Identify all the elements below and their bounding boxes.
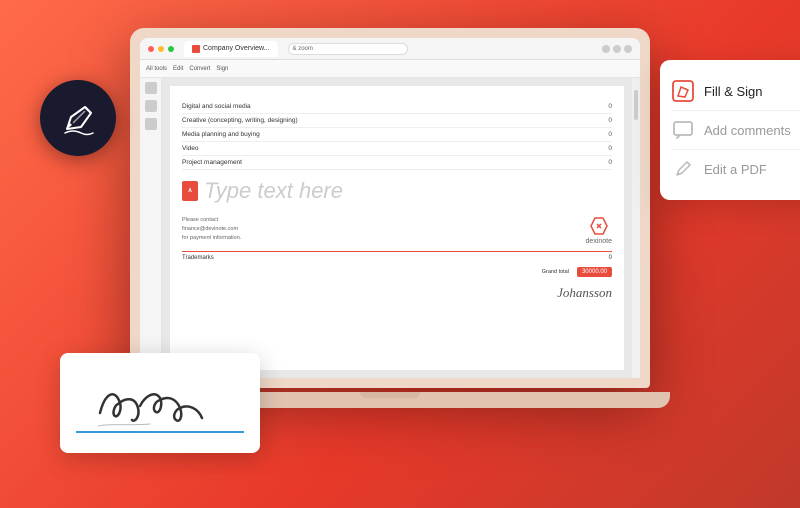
- content-area: Digital and social media 0 Creative (con…: [140, 78, 640, 378]
- table-row: Project management 0: [182, 156, 612, 170]
- toolbar-convert[interactable]: Convert: [189, 66, 210, 72]
- browser-icon-3: [624, 45, 632, 53]
- grand-total-area: Grand total 30000.00: [182, 267, 612, 277]
- contact-line-1: Please contact: [182, 216, 241, 225]
- laptop-notch: [360, 392, 420, 398]
- table-row: Digital and social media 0: [182, 100, 612, 114]
- type-text-placeholder: Type text here: [204, 178, 343, 204]
- sidebar-icon-1[interactable]: [145, 82, 157, 94]
- fill-sign-label: Fill & Sign: [704, 84, 763, 99]
- doc-area: Digital and social media 0 Creative (con…: [162, 78, 632, 378]
- logo-pen-icon: [59, 99, 97, 137]
- add-comments-icon: [672, 119, 694, 141]
- row-label-0: Digital and social media: [182, 103, 592, 110]
- doc-page: Digital and social media 0 Creative (con…: [170, 86, 624, 370]
- pdf-tab-icon: [192, 45, 200, 53]
- grand-total-label: Grand total: [542, 269, 569, 275]
- doc-lower: Please contact finance@devinote.com for …: [182, 216, 612, 245]
- contact-info: Please contact finance@devinote.com for …: [182, 216, 241, 245]
- contact-line-3: for payment information.: [182, 234, 241, 243]
- pen-icon: [672, 80, 694, 102]
- url-bar[interactable]: & zoom: [288, 43, 408, 55]
- doc-signature-area: Johansson: [182, 281, 612, 301]
- tab-label: Company Overview...: [203, 45, 270, 52]
- sidebar-icon-3[interactable]: [145, 118, 157, 130]
- browser-dot-red[interactable]: [148, 46, 154, 52]
- edit-pdf-icon: [672, 158, 694, 180]
- toolbar-sign[interactable]: Sign: [216, 66, 228, 72]
- row-value-4: 0: [592, 159, 612, 166]
- browser-bar: Company Overview... & zoom: [140, 38, 640, 60]
- browser-dot-yellow[interactable]: [158, 46, 164, 52]
- row-value-3: 0: [592, 145, 612, 152]
- sidebar: [140, 78, 162, 378]
- browser-tab[interactable]: Company Overview...: [184, 41, 278, 57]
- toolbar: All tools Edit Convert Sign: [140, 60, 640, 78]
- sidebar-icon-2[interactable]: [145, 100, 157, 112]
- row-label-2: Media planning and buying: [182, 131, 592, 138]
- logo-circle: [40, 80, 116, 156]
- table-row: Creative (concepting, writing, designing…: [182, 114, 612, 128]
- browser-icon-2: [613, 45, 621, 53]
- popup-card: Fill & Sign Add comments Edit a PDF: [660, 60, 800, 200]
- doc-signature: Johansson: [557, 285, 612, 301]
- table-section: Digital and social media 0 Creative (con…: [182, 100, 612, 170]
- contact-line-2: finance@devinote.com: [182, 225, 241, 234]
- trademarks-label: Trademarks: [182, 255, 592, 261]
- scrollbar[interactable]: [632, 78, 640, 378]
- doc-brand: dexinote: [586, 216, 612, 245]
- url-text: & zoom: [293, 46, 313, 52]
- add-comments-label: Add comments: [704, 123, 791, 138]
- pdf-icon: A: [182, 181, 198, 201]
- browser-dot-green[interactable]: [168, 46, 174, 52]
- signature-svg: [80, 368, 240, 438]
- trademarks-value: 0: [592, 255, 612, 261]
- type-text-area[interactable]: A Type text here: [182, 178, 612, 204]
- popup-item-add-comments[interactable]: Add comments: [672, 111, 800, 150]
- browser-icon-1: [602, 45, 610, 53]
- dexinote-label: dexinote: [586, 238, 612, 245]
- comment-icon: [673, 121, 693, 139]
- table-row: Media planning and buying 0: [182, 128, 612, 142]
- toolbar-edit[interactable]: Edit: [173, 66, 183, 72]
- row-value-2: 0: [592, 131, 612, 138]
- browser-icons: [602, 45, 632, 53]
- laptop-body: Company Overview... & zoom All tools Edi…: [130, 28, 650, 388]
- fill-sign-icon: [672, 80, 694, 102]
- row-value-0: 0: [592, 103, 612, 110]
- laptop: Company Overview... & zoom All tools Edi…: [130, 28, 650, 408]
- popup-item-edit-pdf[interactable]: Edit a PDF: [672, 150, 800, 188]
- toolbar-all-tools[interactable]: All tools: [146, 66, 167, 72]
- edit-pdf-label: Edit a PDF: [704, 162, 767, 177]
- grand-total-badge: 30000.00: [577, 267, 612, 277]
- popup-item-fill-sign[interactable]: Fill & Sign: [672, 72, 800, 111]
- row-label-3: Video: [182, 145, 592, 152]
- signature-line: [76, 431, 244, 433]
- pencil-icon: [674, 160, 692, 178]
- dexinote-logo-icon: [587, 216, 611, 236]
- row-label-4: Project management: [182, 159, 592, 166]
- signature-card: [60, 353, 260, 453]
- scrollbar-thumb: [634, 90, 638, 120]
- laptop-screen: Company Overview... & zoom All tools Edi…: [140, 38, 640, 378]
- row-label-1: Creative (concepting, writing, designing…: [182, 117, 592, 124]
- row-value-1: 0: [592, 117, 612, 124]
- trademarks-row: Trademarks 0: [182, 251, 612, 261]
- table-row: Video 0: [182, 142, 612, 156]
